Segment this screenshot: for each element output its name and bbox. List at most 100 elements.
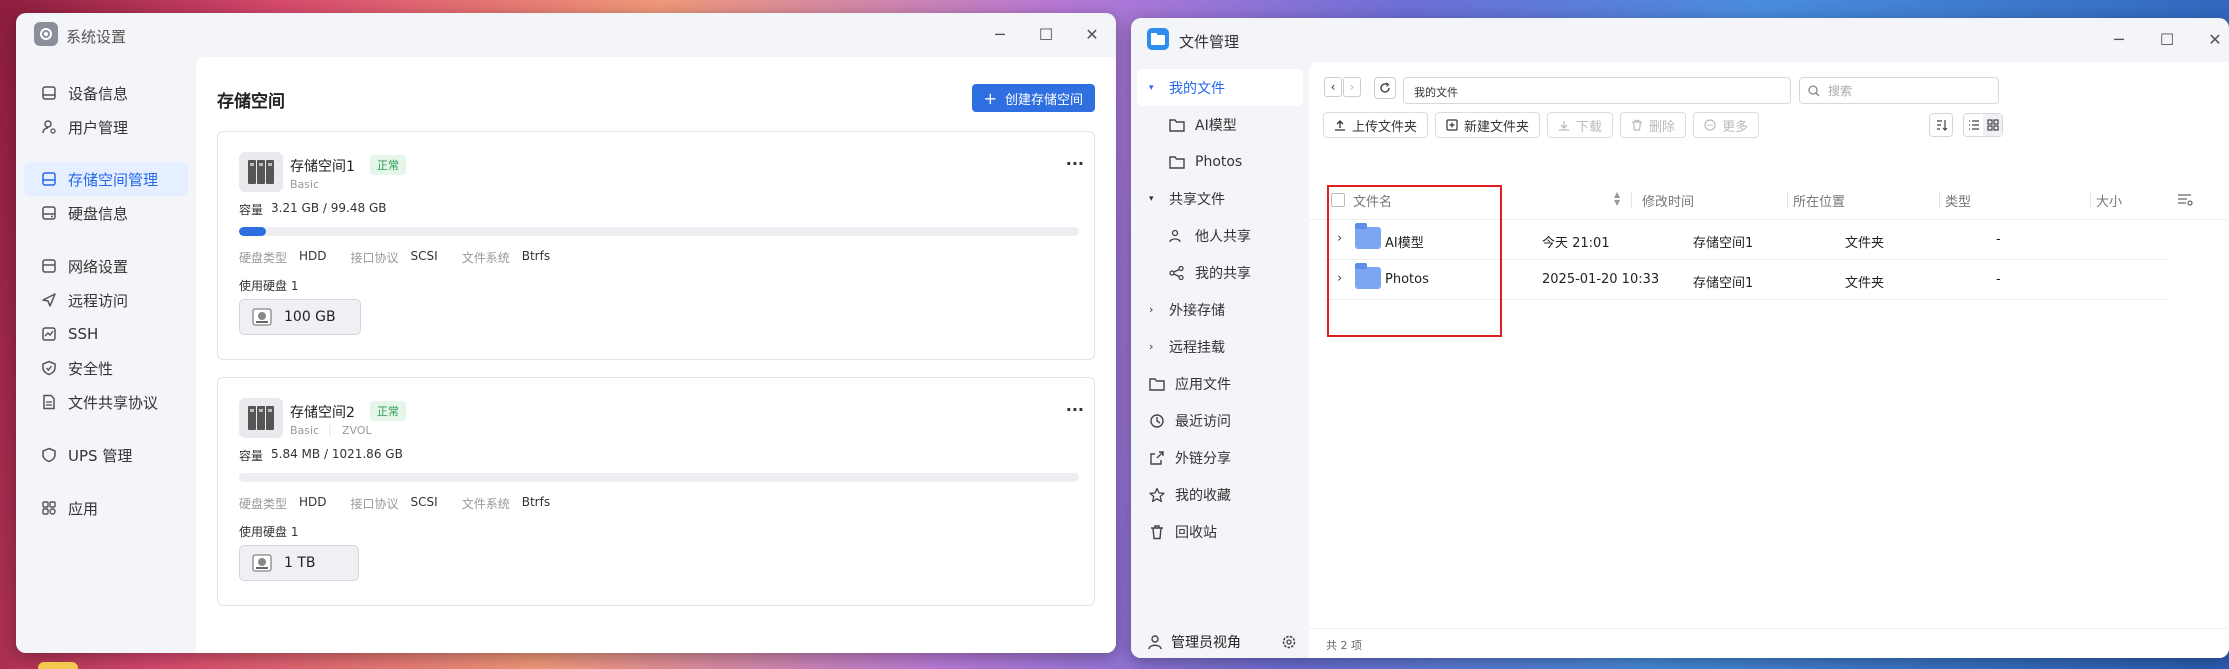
more-icon[interactable]: ···: [1066, 154, 1084, 173]
new-folder-button[interactable]: 新建文件夹: [1435, 112, 1541, 138]
nav-shared-files[interactable]: ▾ 共享文件: [1137, 180, 1303, 217]
disk-chip[interactable]: 100 GB: [239, 299, 361, 335]
sort-button[interactable]: [1929, 113, 1953, 137]
nav-recent[interactable]: 最近访问: [1137, 402, 1303, 439]
capacity-bar-fill: [239, 227, 266, 236]
nav-ai-models[interactable]: AI模型: [1137, 106, 1303, 143]
file-type: 文件夹: [1845, 236, 1885, 251]
forward-button[interactable]: ›: [1343, 77, 1361, 97]
nav-label: 应用文件: [1175, 376, 1231, 393]
nav-label: 远程挂载: [1169, 339, 1225, 356]
status-badge: 正常: [370, 401, 406, 421]
nav-favorites[interactable]: 我的收藏: [1137, 476, 1303, 513]
maximize-button[interactable]: ☐: [1036, 25, 1056, 44]
minimize-button[interactable]: ─: [990, 25, 1010, 44]
storage-icon: [40, 170, 58, 188]
nav-photos[interactable]: Photos: [1137, 143, 1303, 180]
nav-label: 远程访问: [68, 291, 129, 310]
nav-app-files[interactable]: 应用文件: [1137, 365, 1303, 402]
apps-icon: [40, 499, 58, 517]
gear-icon[interactable]: [1281, 634, 1297, 650]
nav-my-shares[interactable]: 我的共享: [1137, 254, 1303, 291]
search-input[interactable]: 搜索: [1799, 77, 1999, 104]
nav-label: 外链分享: [1175, 450, 1231, 467]
nav-ups[interactable]: UPS 管理: [24, 438, 188, 472]
nav-label: SSH: [68, 325, 99, 343]
files-main: ‹ › 我的文件 搜索 上传文件夹 新建文件夹 下载 删除 更多 文件名 ▲ ▼…: [1309, 62, 2229, 658]
nav-file-share-protocol[interactable]: 文件共享协议: [24, 385, 188, 419]
nav-device-info[interactable]: 设备信息: [24, 76, 188, 110]
grid-view-icon[interactable]: [1983, 114, 2002, 136]
highlight-box: [1327, 185, 1502, 337]
caret-right-icon: ›: [1149, 303, 1154, 316]
pool-name: 存储空间1: [290, 159, 355, 175]
capacity-bar: [239, 227, 1079, 236]
hdd-icon: [252, 554, 272, 572]
delete-button[interactable]: 删除: [1620, 112, 1687, 138]
column-settings-icon[interactable]: [2177, 192, 2193, 206]
file-manager-window: 文件管理 ─ ☐ ✕ ▾ 我的文件 AI模型 Photos ▾ 共享文件 他人共享 …: [1131, 18, 2229, 658]
col-type-label: 类型: [1945, 194, 1972, 210]
nav-external-storage[interactable]: › 外接存储: [1137, 291, 1303, 328]
storage-pool-card: 存储空间1 正常 Basic ··· 容量 3.21 GB / 99.48 GB…: [217, 131, 1095, 360]
iface-label: 接口协议: [350, 251, 399, 265]
used-disk-label: 使用硬盘 1: [239, 525, 299, 539]
nav-label: 回收站: [1175, 524, 1217, 541]
refresh-icon: [1379, 82, 1391, 94]
col-type[interactable]: 类型: [1945, 180, 1971, 220]
nav-user-management[interactable]: 用户管理: [24, 110, 188, 144]
nav-remote-mount[interactable]: › 远程挂载: [1137, 328, 1303, 365]
minimize-button[interactable]: ─: [2109, 30, 2129, 49]
disk-props: 硬盘类型 HDD 接口协议 SCSI 文件系统 Btrfs: [239, 495, 550, 512]
maximize-button[interactable]: ☐: [2157, 30, 2177, 49]
disk-props: 硬盘类型 HDD 接口协议 SCSI 文件系统 Btrfs: [239, 249, 550, 266]
disk-icon: [40, 204, 58, 222]
close-button[interactable]: ✕: [1082, 25, 1102, 44]
nav-remote-access[interactable]: 远程访问: [24, 283, 188, 317]
remote-icon: [40, 291, 58, 309]
nav-label: 安全性: [68, 359, 114, 378]
disk-type-value: HDD: [299, 495, 327, 509]
close-button[interactable]: ✕: [2205, 30, 2225, 49]
download-label: 下载: [1576, 119, 1603, 135]
storage-pool-icon: [239, 152, 283, 192]
capacity-label: 容量: [239, 203, 264, 217]
more-button[interactable]: 更多: [1693, 112, 1760, 138]
column-divider: [2090, 192, 2091, 208]
nav-my-files[interactable]: ▾ 我的文件: [1137, 69, 1303, 106]
files-title: 文件管理: [1179, 33, 1240, 51]
trash-icon: [1149, 524, 1165, 540]
sort-arrows-icon[interactable]: ▲ ▼: [1614, 191, 1620, 207]
download-button[interactable]: 下载: [1547, 112, 1614, 138]
nav-network[interactable]: 网络设置: [24, 249, 188, 283]
nav-shared-by-others[interactable]: 他人共享: [1137, 217, 1303, 254]
nav-link-share[interactable]: 外链分享: [1137, 439, 1303, 476]
dock-icon[interactable]: [38, 662, 78, 669]
back-button[interactable]: ‹: [1324, 77, 1342, 97]
col-modified[interactable]: 修改时间: [1642, 180, 1694, 220]
more-icon[interactable]: ···: [1066, 400, 1084, 419]
user-icon: [40, 118, 58, 136]
nav-apps[interactable]: 应用: [24, 491, 188, 525]
disk-chip[interactable]: 1 TB: [239, 545, 359, 581]
file-manager-app-icon: [1147, 28, 1169, 50]
admin-view[interactable]: 管理员视角: [1147, 629, 1297, 655]
col-size[interactable]: 大小: [2096, 180, 2122, 220]
nav-security[interactable]: 安全性: [24, 351, 188, 385]
nav-label: 存储空间管理: [68, 170, 159, 189]
list-view-icon[interactable]: [1964, 114, 1983, 136]
nav-label: 最近访问: [1175, 413, 1231, 430]
ssh-icon: [40, 325, 58, 343]
nav-disk-info[interactable]: 硬盘信息: [24, 196, 188, 230]
nav-storage-management[interactable]: 存储空间管理: [24, 162, 188, 196]
path-bar[interactable]: 我的文件: [1403, 77, 1791, 104]
refresh-button[interactable]: [1374, 77, 1396, 99]
settings-app-icon: [34, 22, 58, 46]
col-location[interactable]: 所在位置: [1793, 180, 1845, 220]
folder-outline-icon: [1169, 117, 1185, 133]
nav-recycle-bin[interactable]: 回收站: [1137, 513, 1303, 550]
users-icon: [1169, 228, 1185, 244]
upload-folder-button[interactable]: 上传文件夹: [1323, 112, 1429, 138]
nav-ssh[interactable]: SSH: [24, 317, 188, 351]
create-storage-button[interactable]: + 创建存储空间: [971, 84, 1095, 112]
